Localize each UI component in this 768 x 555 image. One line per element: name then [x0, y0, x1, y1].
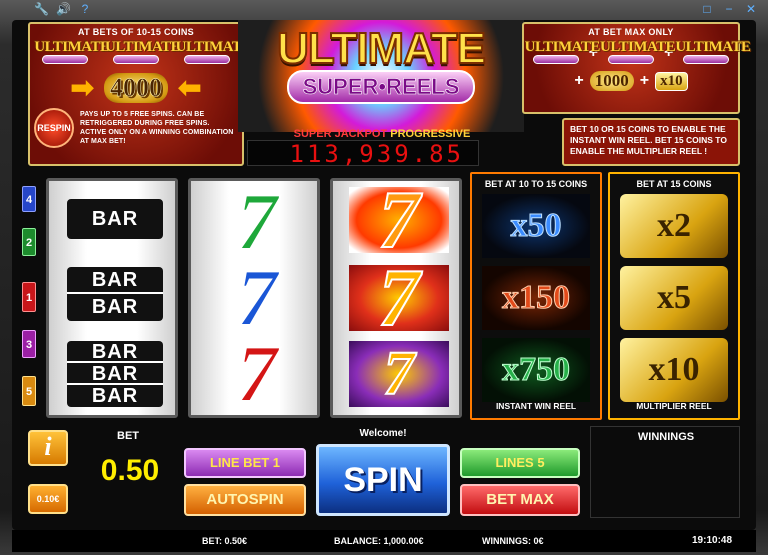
game-window: 🔧 🔊 ? □ − ✕ AT BETS OF 10-15 COINS ULTIM… — [0, 0, 768, 555]
status-winnings: WINNINGS: 0€ — [482, 536, 544, 546]
promo-prize: 4000 — [104, 72, 168, 103]
line-marker-2[interactable]: 2 — [22, 228, 36, 256]
instant-value-50: x50 — [482, 194, 590, 258]
bet-max-button[interactable]: BET MAX — [460, 484, 580, 516]
game-logo: ULTIMATE SUPER•REELS — [238, 20, 524, 132]
winnings-label: WINNINGS — [637, 431, 695, 443]
multiplier-reel-footer: MULTIPLIER REEL — [636, 401, 712, 411]
symbol-red-seven: 7 — [236, 328, 279, 419]
logo-title: ULTIMATE — [276, 23, 487, 74]
multiplier-value-5: x5 — [620, 266, 728, 330]
spin-button[interactable]: SPIN — [316, 444, 450, 516]
respin-badge: RESPIN — [34, 108, 74, 148]
minimize-icon[interactable]: − — [722, 2, 736, 18]
instant-value-150: x150 — [482, 266, 590, 330]
promo-left-panel: AT BETS OF 10-15 COINS ULTIMATE ULTIMATE… — [28, 22, 251, 166]
speaker-icon[interactable]: 🔊 — [56, 2, 71, 18]
promo-right-panel: AT BET MAX ONLY ULTIMATE + ULTIMATE + UL… — [522, 22, 751, 114]
coin-value-button[interactable]: 0.10€ — [28, 484, 68, 514]
arrow-right-icon: ➡ — [70, 72, 94, 103]
ultimate-logo: ULTIMATE — [176, 39, 251, 67]
ultimate-logo: ULTIMATE — [600, 39, 676, 67]
line-marker-1[interactable]: 1 — [22, 282, 36, 312]
status-balance: BALANCE: 1,000.00€ — [334, 536, 424, 546]
status-bar: BET: 0.50€ BALANCE: 1,000.00€ WINNINGS: … — [12, 530, 756, 552]
multiplier-value-2: x2 — [620, 194, 728, 258]
window-icon[interactable]: □ — [700, 2, 714, 18]
promo-multiplier: x10 — [655, 71, 688, 91]
arrow-left-icon: ⬅ — [178, 72, 202, 103]
promo-left-title: AT BETS OF 10-15 COINS — [78, 27, 194, 37]
jackpot-label-b: PROGRESSIVE — [390, 128, 471, 140]
top-right-toolbar: □ − ✕ — [700, 2, 758, 18]
plus-sign: + — [574, 72, 584, 89]
symbol-gold-seven: 7 — [378, 252, 421, 343]
close-icon[interactable]: ✕ — [744, 2, 758, 18]
status-bet: BET: 0.50€ — [202, 536, 248, 546]
jackpot-value: 113,939.85 — [247, 140, 479, 167]
symbol-triple-bar: BAR BAR BAR — [67, 341, 163, 407]
symbol-blue-seven: 7 — [236, 252, 279, 343]
info-button[interactable]: i — [28, 430, 68, 466]
symbol-double-bar: BAR BAR — [67, 267, 163, 321]
promo-amount: 1000 — [589, 71, 634, 91]
logo-subtitle: SUPER•REELS — [286, 70, 476, 104]
promo-right-title: AT BET MAX ONLY — [588, 27, 674, 37]
line-bet-button[interactable]: LINE BET 1 — [184, 448, 306, 478]
ultimate-logo: ULTIMATE — [525, 39, 600, 67]
ultimate-logo: ULTIMATE — [675, 39, 751, 67]
line-marker-4[interactable]: 4 — [22, 186, 36, 212]
jackpot-title: SUPER JACKPOT PROGRESSIVE — [292, 128, 472, 140]
line-marker-5[interactable]: 5 — [22, 376, 36, 406]
autospin-button[interactable]: AUTOSPIN — [184, 484, 306, 516]
welcome-message: Welcome! — [359, 428, 407, 439]
reel-2: 7 7 7 — [188, 178, 320, 418]
multiplier-reel: BET AT 15 COINS x2 x5 x10 MULTIPLIER REE… — [608, 172, 740, 420]
status-clock: 19:10:48 — [692, 535, 733, 546]
bet-label: BET — [117, 430, 139, 442]
lines-button[interactable]: LINES 5 — [460, 448, 580, 478]
instant-reel-footer: INSTANT WIN REEL — [495, 401, 577, 411]
respin-label: RESPIN — [37, 123, 71, 133]
reel-1: BAR BAR BAR BAR BAR BAR — [46, 178, 178, 418]
ultimate-logo: ULTIMATE — [34, 39, 110, 67]
instant-reel-header: BET AT 10 TO 15 COINS — [484, 179, 588, 189]
wrench-icon[interactable]: 🔧 — [34, 2, 49, 18]
instant-win-reel: BET AT 10 TO 15 COINS x50 x150 x750 INST… — [470, 172, 602, 420]
symbol-double-seven: 7 — [383, 339, 416, 409]
line-marker-3[interactable]: 3 — [22, 330, 36, 358]
instant-value-750: x750 — [482, 338, 590, 402]
winnings-panel: WINNINGS — [590, 426, 740, 518]
plus-sign: + — [639, 72, 650, 89]
symbol-green-seven: 7 — [236, 176, 279, 267]
bet-value: 0.50 — [100, 454, 160, 487]
reel-3: 7 7 7 — [330, 178, 462, 418]
top-left-toolbar: 🔧 🔊 ? — [34, 2, 92, 18]
jackpot-label-a: SUPER JACKPOT — [293, 128, 388, 140]
multiplier-reel-header: BET AT 15 COINS — [636, 179, 712, 189]
symbol-single-bar: BAR — [67, 199, 163, 239]
symbol-fire-seven: 7 — [378, 174, 421, 265]
ultimate-logo: ULTIMATE — [105, 39, 181, 67]
promo-left-logos: ULTIMATE ULTIMATE ULTIMATE — [30, 39, 251, 67]
respin-text: PAYS UP TO 5 FREE SPINS. CAN BE RETRIGGE… — [80, 111, 234, 145]
help-icon[interactable]: ? — [78, 2, 92, 18]
bet-info-text: BET 10 OR 15 COINS TO ENABLE THE INSTANT… — [562, 118, 740, 166]
multiplier-value-10: x10 — [620, 338, 728, 402]
